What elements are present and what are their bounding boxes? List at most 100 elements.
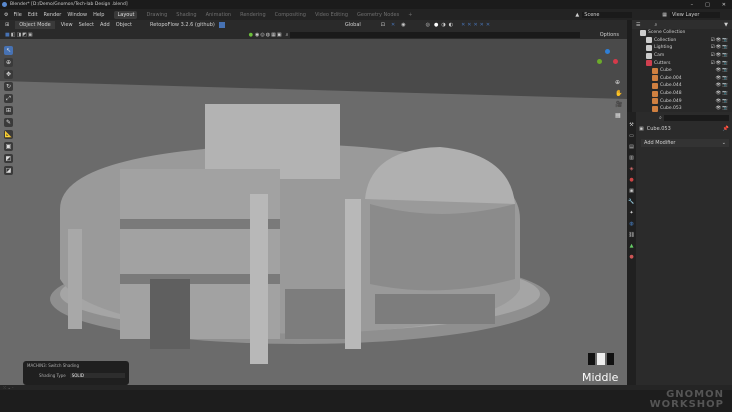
outliner-item[interactable]: Cube.049 👁📷	[632, 97, 732, 105]
tab-compositing[interactable]: Compositing	[275, 12, 306, 18]
tab-video-editing[interactable]: Video Editing	[315, 12, 348, 18]
filter-icons[interactable]: ◉◎◍▦▣	[255, 32, 283, 38]
mode-selector[interactable]: Object Mode	[15, 21, 55, 29]
timeline-header[interactable]: ⁙ ⌄ ·	[0, 385, 732, 390]
maximize-button[interactable]: □	[705, 2, 710, 8]
camera-icon[interactable]: 🎥	[615, 99, 623, 110]
material-tab-icon[interactable]: ●	[629, 254, 633, 260]
render-tab-icon[interactable]: ▭	[629, 133, 634, 139]
shading-solid-icon[interactable]: ●	[434, 22, 438, 28]
zoom-icon[interactable]: ⊕	[615, 77, 623, 88]
menu-object[interactable]: Object	[116, 22, 132, 28]
outliner-item[interactable]: Cam ☑👁📷	[632, 52, 732, 60]
retopoflow-icon[interactable]	[218, 22, 225, 28]
visibility-toggle-icons[interactable]: ☑👁📷	[711, 53, 729, 58]
move-tool-icon[interactable]: ✥	[4, 70, 13, 79]
menu-view[interactable]: View	[61, 22, 73, 28]
outliner-item[interactable]: Collection ☑👁📷	[632, 37, 732, 45]
axis-x-icon[interactable]	[613, 59, 618, 64]
search-field[interactable]	[290, 31, 581, 38]
menu-add[interactable]: Add	[100, 22, 110, 28]
extra-tool-icon[interactable]: ◪	[4, 166, 13, 175]
outliner-search-icon[interactable]: ⌕	[654, 22, 657, 28]
visibility-toggle-icons[interactable]: ☑👁📷	[711, 38, 729, 43]
shading-rendered-icon[interactable]: ◐	[449, 22, 453, 28]
tool-tab-icon[interactable]: ⚒	[629, 122, 633, 128]
visibility-toggle-icons[interactable]: ☑👁📷	[711, 45, 729, 50]
axis-z-icon[interactable]	[605, 49, 610, 54]
tab-animation[interactable]: Animation	[206, 12, 232, 18]
visibility-toggle-icons[interactable]: 👁📷	[716, 99, 729, 104]
retopo-tool-icon[interactable]: ◩	[4, 154, 13, 163]
physics-tab-icon[interactable]: ◍	[629, 221, 633, 227]
outliner-filter-icon[interactable]: ▼	[724, 22, 728, 28]
close-button[interactable]: ✕	[722, 2, 726, 8]
select-tool-icon[interactable]: ↖	[4, 46, 13, 55]
snap-icon[interactable]: ✕	[391, 22, 395, 28]
3d-viewport[interactable]: ↖ ⊕ ✥ ↻ ⤢ ⊞ ✎ 📐 ▣ ◩ ◪ ⊕ ✋ 🎥 ▦ MACHIN3: S…	[0, 39, 627, 385]
object-tab-icon[interactable]: ▣	[629, 188, 634, 194]
annotate-tool-icon[interactable]: ✎	[4, 118, 13, 127]
overlay-icon[interactable]: ◎	[426, 22, 430, 28]
view-layer-tab-icon[interactable]: ▥	[629, 155, 634, 161]
visibility-toggle-icons[interactable]: 👁📷	[716, 91, 729, 96]
props-search-field[interactable]	[663, 115, 729, 121]
add-workspace-button[interactable]: +	[408, 12, 412, 18]
tab-drawing[interactable]: Drawing	[146, 12, 167, 18]
menu-render[interactable]: Render	[44, 12, 62, 18]
scale-tool-icon[interactable]: ⤢	[4, 94, 13, 103]
menu-edit[interactable]: Edit	[28, 12, 38, 18]
scene-selector[interactable]: Scene	[582, 11, 633, 18]
blender-menu-icon[interactable]: ⚙	[4, 12, 8, 18]
collection-visibility-toggles[interactable]: ✕✕✕✕✕	[461, 22, 492, 28]
visibility-icon[interactable]: ●	[249, 32, 253, 38]
outliner-item[interactable]: Cube.004 👁📷	[632, 75, 732, 83]
pivot-icon[interactable]: ⊡	[381, 22, 385, 28]
editor-type-icon[interactable]: ⊞	[5, 22, 9, 28]
outliner-item[interactable]: Lighting ☑👁📷	[632, 44, 732, 52]
operator-title[interactable]: MACHIN3: Switch Shading	[27, 363, 125, 368]
menu-window[interactable]: Window	[67, 12, 87, 18]
menu-help[interactable]: Help	[93, 12, 104, 18]
menu-file[interactable]: File	[13, 12, 21, 18]
visibility-toggle-icons[interactable]: 👁📷	[716, 83, 729, 88]
constraints-tab-icon[interactable]: ⛓	[628, 232, 634, 238]
cursor-tool-icon[interactable]: ⊕	[4, 58, 13, 67]
add-cube-tool-icon[interactable]: ▣	[4, 142, 13, 151]
tab-layout[interactable]: Layout	[114, 10, 138, 19]
add-modifier-button[interactable]: Add Modifier ⌄	[641, 139, 729, 147]
world-tab-icon[interactable]: ●	[629, 177, 633, 183]
rotate-tool-icon[interactable]: ↻	[4, 82, 13, 91]
tab-geometry-nodes[interactable]: Geometry Nodes	[357, 12, 399, 18]
retopoflow-menu[interactable]: RetopoFlow 3.2.6 (github)	[150, 22, 215, 28]
axis-y-icon[interactable]	[597, 59, 602, 64]
menu-select[interactable]: Select	[79, 22, 94, 28]
visibility-toggle-icons[interactable]: 👁📷	[716, 106, 729, 111]
visibility-toggle-icons[interactable]: ☑👁📷	[711, 61, 729, 66]
measure-tool-icon[interactable]: 📐	[4, 130, 13, 139]
grid-icon[interactable]: ▦	[615, 110, 623, 121]
pan-icon[interactable]: ✋	[615, 88, 623, 99]
outliner-item[interactable]: Cube.048 👁📷	[632, 90, 732, 98]
visibility-toggle-icons[interactable]: 👁📷	[716, 76, 729, 81]
options-button[interactable]: Options	[600, 32, 619, 38]
tab-shading[interactable]: Shading	[176, 12, 196, 18]
outliner-item[interactable]: Cube 👁📷	[632, 67, 732, 75]
transform-tool-icon[interactable]: ⊞	[4, 106, 13, 115]
minimize-button[interactable]: –	[691, 2, 694, 8]
view-layer-selector[interactable]: View Layer	[670, 11, 720, 18]
shading-material-icon[interactable]: ◑	[441, 22, 445, 28]
pin-icon[interactable]: 📌	[723, 126, 729, 132]
select-mode-icons[interactable]: ■◧◨◩▣	[5, 32, 34, 38]
particles-tab-icon[interactable]: ✦	[629, 210, 633, 216]
navigation-gizmo[interactable]	[595, 49, 619, 73]
tab-rendering[interactable]: Rendering	[240, 12, 266, 18]
visibility-toggle-icons[interactable]: 👁📷	[716, 68, 729, 73]
shading-type-field[interactable]: SOLID	[69, 373, 125, 378]
output-tab-icon[interactable]: ▤	[629, 144, 634, 150]
outliner-root[interactable]: Scene Collection	[632, 29, 732, 37]
props-search-icon[interactable]: ⌕	[659, 115, 662, 121]
outliner-display-icon[interactable]: ☰	[636, 22, 640, 28]
search-icon[interactable]: ⌕	[286, 32, 289, 38]
scene-tab-icon[interactable]: ◈	[630, 166, 634, 172]
